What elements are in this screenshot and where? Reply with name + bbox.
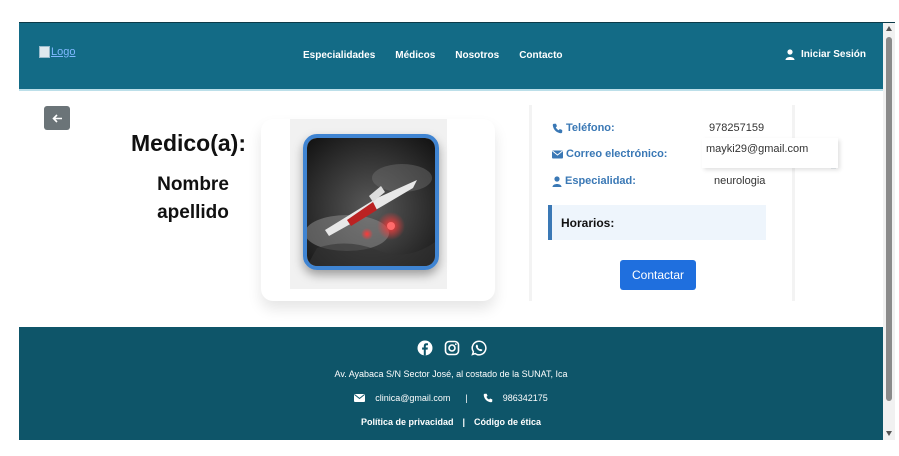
specialty-label: Especialidad: — [565, 175, 636, 187]
footer-separator: | — [465, 393, 468, 403]
policies-separator: | — [462, 417, 466, 427]
phone-row: Teléfono: — [552, 122, 615, 134]
login-label: Iniciar Sesión — [801, 49, 867, 60]
footer-address: Av. Ayabaca S/N Sector José, al costado … — [334, 369, 568, 379]
phone-label: Teléfono: — [566, 122, 615, 134]
schedule-box: Horarios: — [548, 205, 766, 240]
phone-icon — [483, 393, 492, 403]
nav-medicos[interactable]: Médicos — [395, 50, 435, 61]
envelope-icon — [354, 394, 366, 402]
footer: Av. Ayabaca S/N Sector José, al costado … — [19, 327, 883, 440]
nav-links: Especialidades Médicos Nosotros Contacto — [303, 50, 583, 61]
login-button[interactable]: Iniciar Sesión — [785, 49, 866, 60]
doctor-name: Nombre apellido — [157, 174, 229, 223]
doctor-profile: Medico(a): Nombre apellido Teléfono: Cor… — [19, 89, 883, 329]
contact-button[interactable]: Contactar — [620, 260, 696, 290]
scroll-down-icon[interactable] — [886, 431, 892, 436]
doctor-photo — [303, 134, 439, 270]
nav-contacto[interactable]: Contacto — [519, 50, 562, 61]
facebook-icon[interactable] — [417, 340, 433, 356]
doctor-icon — [552, 175, 562, 187]
scroll-up-icon[interactable] — [886, 26, 892, 31]
user-icon — [785, 49, 795, 60]
logo-alt-text: Logo — [51, 46, 76, 58]
arrow-left-icon — [51, 113, 62, 123]
browser-viewport: Logo Especialidades Médicos Nosotros Con… — [19, 22, 895, 440]
email-label: Correo electrónico: — [566, 148, 668, 160]
schedule-label: Horarios: — [561, 215, 615, 230]
footer-email[interactable]: clinica@gmail.com — [375, 393, 450, 403]
nav-especialidades[interactable]: Especialidades — [303, 50, 375, 61]
instagram-icon[interactable] — [444, 340, 460, 356]
whatsapp-icon[interactable] — [471, 340, 487, 356]
back-button[interactable] — [44, 106, 70, 130]
phone-icon — [552, 123, 563, 133]
navbar: Logo Especialidades Médicos Nosotros Con… — [19, 23, 883, 89]
doctor-photo-image — [307, 138, 435, 266]
social-links — [417, 340, 487, 356]
logo-link[interactable]: Logo — [39, 46, 75, 58]
privacy-link[interactable]: Política de privacidad — [361, 417, 454, 427]
specialty-row: Especialidad: — [552, 175, 636, 187]
specialty-value: neurologia — [714, 175, 766, 187]
phone-value: 978257159 — [709, 122, 765, 134]
nav-nosotros[interactable]: Nosotros — [455, 50, 499, 61]
email-value: mayki29@gmail.com — [702, 138, 838, 168]
email-row: Correo electrónico: — [552, 148, 667, 160]
ethics-link[interactable]: Código de ética — [474, 417, 541, 427]
scroll-thumb[interactable] — [886, 37, 892, 401]
broken-image-icon — [39, 46, 50, 58]
footer-contact: clinica@gmail.com | 986342175 — [19, 393, 883, 403]
vertical-scrollbar[interactable] — [883, 23, 895, 440]
footer-phone: 986342175 — [502, 393, 548, 403]
footer-policies: Política de privacidad | Código de ética — [19, 417, 883, 427]
doctor-heading: Medico(a): — [131, 130, 246, 156]
envelope-icon — [552, 150, 563, 158]
